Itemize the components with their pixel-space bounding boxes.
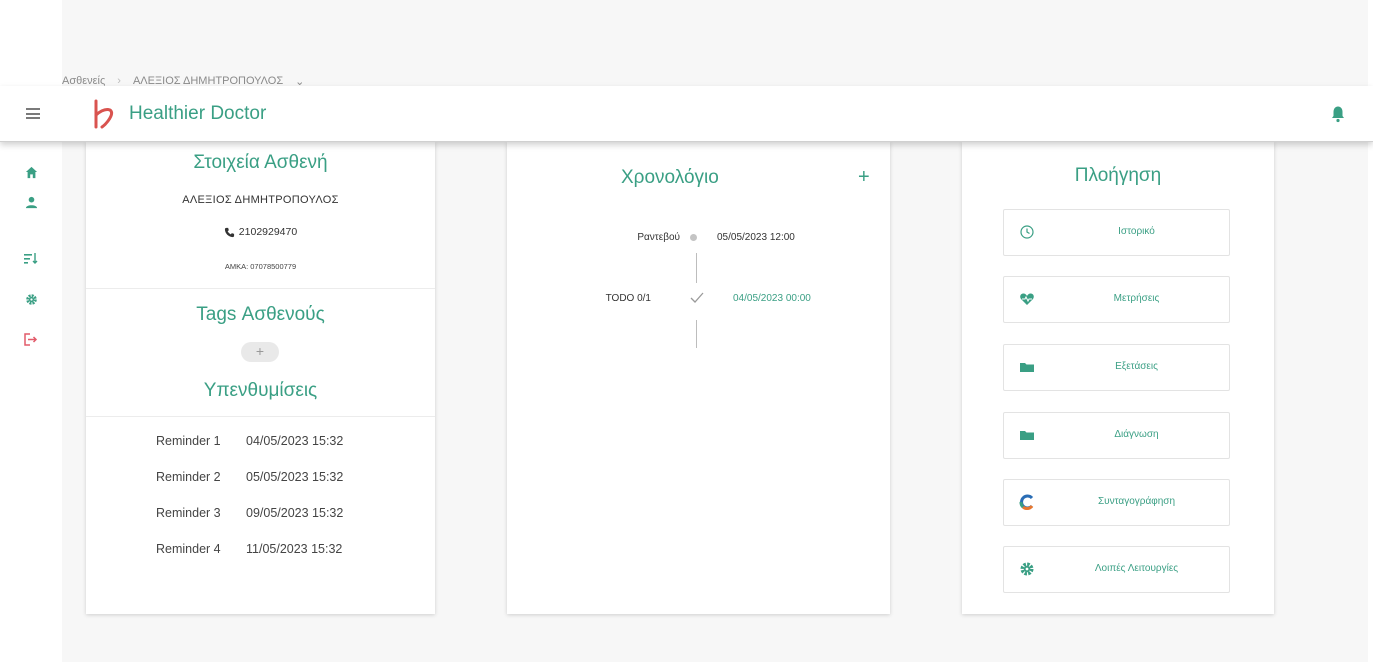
other-functions-button[interactable]: Λοιπές Λειτουργίες (1003, 546, 1230, 593)
reminder-label: Reminder 3 (156, 506, 221, 520)
app-bar: Healthier Doctor (0, 86, 1373, 142)
nav-button-label: Ιστορικό (1118, 226, 1155, 237)
reminder-date: 05/05/2023 15:32 (246, 470, 344, 484)
person-icon[interactable] (23, 194, 39, 210)
folder-icon (1020, 363, 1034, 372)
check-icon (690, 292, 704, 303)
navigation-title: Πλοήγηση (1074, 165, 1162, 186)
nav-button-label: Λοιπές Λειτουργίες (1094, 563, 1179, 574)
patient-amka: AMKA: 07078500779 (224, 262, 297, 271)
timeline-card: Χρονολόγιο + Ραντεβού 05/05/2023 12:00 T… (507, 142, 890, 614)
timeline-dot (690, 234, 697, 241)
navigation-card: Πλοήγηση Ιστορικό Μετρήσεις Εξετάσεις Δι… (962, 142, 1274, 614)
add-tag-button[interactable]: + (241, 342, 279, 362)
measurements-button[interactable]: Μετρήσεις (1003, 276, 1230, 323)
nav-button-label: Διάγνωση (1114, 429, 1159, 440)
add-timeline-event-button[interactable]: + (858, 166, 870, 189)
history-button[interactable]: Ιστορικό (1003, 209, 1230, 256)
heart-pulse-icon (1020, 293, 1034, 305)
reminder-label: Reminder 1 (156, 434, 221, 448)
reminders-list: Reminder 1 04/05/2023 15:32 Reminder 2 0… (156, 434, 343, 578)
reminder-label: Reminder 4 (156, 542, 221, 556)
patient-phone: 2102929470 (86, 226, 435, 238)
logout-icon[interactable] (23, 331, 39, 347)
patient-details-title: Στοιχεία Ασθενή (193, 152, 328, 173)
patient-tags-title: Tags Ασθενούς (196, 304, 325, 325)
list-item[interactable]: Reminder 4 11/05/2023 15:32 (156, 542, 343, 578)
timeline-connector (696, 320, 697, 348)
reminder-label: Reminder 2 (156, 470, 221, 484)
divider (86, 288, 435, 289)
gear-icon (1020, 562, 1034, 576)
diagnosis-button[interactable]: Διάγνωση (1003, 412, 1230, 459)
home-icon[interactable] (23, 164, 39, 180)
patient-name: ΑΛΕΞΙΟΣ ΔΗΜΗΤΡΟΠΟΥΛΟΣ (182, 194, 339, 206)
list-item[interactable]: Reminder 2 05/05/2023 15:32 (156, 470, 343, 506)
folder-icon (1020, 431, 1034, 440)
list-item[interactable]: Reminder 3 09/05/2023 15:32 (156, 506, 343, 542)
phone-number[interactable]: 2102929470 (239, 226, 297, 238)
history-icon (1020, 225, 1034, 239)
menu-icon[interactable] (26, 108, 40, 119)
divider (86, 416, 435, 417)
reminders-title: Υπενθυμίσεις (203, 380, 318, 401)
timeline-event-label[interactable]: Ραντεβού (600, 232, 680, 243)
phone-icon (224, 227, 234, 237)
app-title[interactable]: Healthier Doctor (129, 103, 266, 125)
nav-button-label: Μετρήσεις (1113, 293, 1160, 304)
nav-button-label: Συνταγογράφηση (1097, 496, 1176, 507)
logo-icon (94, 99, 114, 129)
prescription-logo-icon (1019, 494, 1034, 510)
timeline-event-date: 05/05/2023 12:00 (717, 232, 795, 243)
sidebar (0, 142, 62, 662)
timeline-event-date: 04/05/2023 00:00 (733, 293, 811, 304)
reminder-date: 04/05/2023 15:32 (246, 434, 344, 448)
exams-button[interactable]: Εξετάσεις (1003, 344, 1230, 391)
settings-icon[interactable] (23, 291, 39, 307)
list-item[interactable]: Reminder 1 04/05/2023 15:32 (156, 434, 343, 470)
reminder-date: 11/05/2023 15:32 (246, 542, 343, 556)
nav-button-label: Εξετάσεις (1115, 361, 1158, 372)
timeline-connector (696, 253, 697, 283)
reminder-date: 09/05/2023 15:32 (246, 506, 344, 520)
timeline-event-label[interactable]: TODO 0/1 (571, 293, 651, 304)
timeline-title: Χρονολόγιο (621, 167, 719, 188)
notification-bell-icon[interactable] (1330, 105, 1346, 123)
sort-list-icon[interactable] (23, 250, 39, 266)
prescription-button[interactable]: Συνταγογράφηση (1003, 479, 1230, 526)
patient-card: Στοιχεία Ασθενή ΑΛΕΞΙΟΣ ΔΗΜΗΤΡΟΠΟΥΛΟΣ 21… (86, 142, 435, 614)
